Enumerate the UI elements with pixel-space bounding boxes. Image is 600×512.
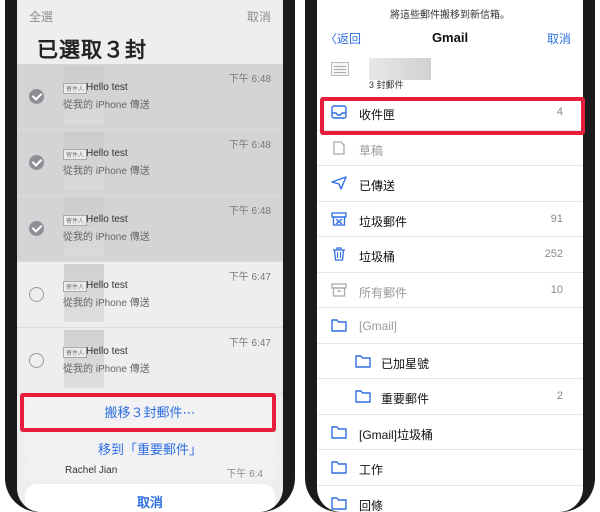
- left-screen: 全選 取消 已選取３封 寄件人 Hello test 從我的 iPhone 傳送…: [17, 0, 283, 512]
- mail-preview: 從我的 iPhone 傳送: [63, 166, 150, 177]
- mailbox-sent[interactable]: 已傳送: [317, 166, 583, 202]
- selected-mail-info: 3 封郵件: [331, 58, 431, 92]
- action-sheet-cancel-button[interactable]: 取消: [25, 484, 275, 512]
- move-to-important-button[interactable]: 移到「重要郵件」: [25, 430, 275, 466]
- sender-avatar-blur: [64, 198, 104, 256]
- mail-row-5[interactable]: 寄件人 Hello test 從我的 iPhone 傳送 下午 6:47: [17, 328, 283, 394]
- checkmark-icon[interactable]: [29, 221, 44, 236]
- mail-stack-icon: [331, 62, 349, 76]
- mail-subject: Hello test: [86, 346, 128, 357]
- cancel-edit-button[interactable]: 取消: [247, 8, 271, 25]
- mailbox-name: 垃圾桶: [359, 250, 396, 264]
- peek-time: 下午 6:4: [226, 469, 263, 480]
- mailbox-name: 所有郵件: [359, 285, 408, 300]
- mailbox-junk[interactable]: 垃圾郵件 91: [317, 202, 583, 237]
- mail-time: 下午 6:48: [228, 140, 271, 151]
- nav-bar: 〈返回 Gmail 取消: [317, 27, 583, 51]
- empty-circle-icon[interactable]: [29, 287, 44, 302]
- mail-time: 下午 6:47: [228, 272, 271, 283]
- trash-icon: [331, 247, 347, 261]
- folder-icon: [331, 460, 347, 474]
- mail-time: 下午 6:48: [228, 74, 271, 85]
- sender-avatar-blur: [64, 330, 104, 388]
- mail-row-3[interactable]: 寄件人 Hello test 從我的 iPhone 傳送 下午 6:48: [17, 196, 283, 262]
- page-title: 已選取３封: [37, 39, 147, 62]
- folder-icon: [331, 318, 347, 332]
- mail-list: 寄件人 Hello test 從我的 iPhone 傳送 下午 6:48 寄件人…: [17, 64, 283, 394]
- mailbox-name: [Gmail]: [359, 319, 398, 333]
- mail-subject: Hello test: [86, 82, 128, 93]
- mail-preview: 從我的 iPhone 傳送: [63, 100, 150, 111]
- checkmark-icon[interactable]: [29, 89, 44, 104]
- sender-avatar-blur: [64, 66, 104, 124]
- sender-tag: 寄件人: [63, 281, 88, 292]
- checkmark-icon[interactable]: [29, 155, 44, 170]
- mail-preview: 從我的 iPhone 傳送: [63, 298, 150, 309]
- mail-time: 下午 6:48: [228, 206, 271, 217]
- mailbox-gmail-trash[interactable]: [Gmail]垃圾桶: [317, 415, 583, 450]
- empty-circle-icon[interactable]: [29, 353, 44, 368]
- mail-subject: Hello test: [86, 214, 128, 225]
- cancel-button[interactable]: 取消: [547, 30, 571, 47]
- mailbox-receipts[interactable]: 回條: [317, 486, 583, 512]
- right-screen: 將這些郵件搬移到新信箱。 〈返回 Gmail 取消 3 封郵件 收件匣 4 草稿: [317, 0, 583, 512]
- mailbox-starred[interactable]: 已加星號: [317, 344, 583, 379]
- left-phone: 全選 取消 已選取３封 寄件人 Hello test 從我的 iPhone 傳送…: [5, 0, 295, 512]
- mailbox-name: 回條: [359, 498, 384, 512]
- mailbox-count: 10: [550, 283, 563, 296]
- mail-count: 3 封郵件: [369, 80, 404, 90]
- mailbox-gmail[interactable]: [Gmail]: [317, 308, 583, 344]
- sender-avatar-blur: [64, 264, 104, 322]
- mailbox-all-mail[interactable]: 所有郵件 10: [317, 273, 583, 308]
- mailbox-name: 已傳送: [359, 179, 396, 193]
- mail-subject-blur: [369, 58, 431, 80]
- nav-title: Gmail: [431, 30, 469, 45]
- select-all-button[interactable]: 全選: [29, 8, 53, 25]
- mailbox-name: 草稿: [359, 143, 384, 158]
- mailbox-count: 2: [556, 390, 563, 402]
- archive-icon: [331, 282, 347, 297]
- mailbox-name: [Gmail]垃圾桶: [359, 427, 434, 442]
- sent-icon: [331, 176, 347, 190]
- peek-sender: Rachel Jian: [65, 465, 118, 476]
- mailbox-count: 252: [544, 248, 563, 260]
- folder-icon: [331, 425, 347, 439]
- mail-preview: 從我的 iPhone 傳送: [63, 232, 150, 243]
- junk-icon: [331, 211, 347, 226]
- mailbox-work[interactable]: 工作: [317, 450, 583, 486]
- mailbox-name: 已加星號: [381, 356, 430, 371]
- background-mail-peek: Rachel Jian 下午 6:4: [25, 464, 275, 480]
- mail-row-1[interactable]: 寄件人 Hello test 從我的 iPhone 傳送 下午 6:48: [17, 64, 283, 130]
- mailbox-name: 工作: [359, 463, 384, 477]
- sender-tag: 寄件人: [63, 83, 88, 94]
- mailbox-list: 收件匣 4 草稿 已傳送 垃圾郵件 91 垃圾桶 252 所有郵件 10 [Gm…: [317, 95, 583, 512]
- sender-avatar-blur: [64, 132, 104, 190]
- highlight-box-inbox: [320, 97, 585, 135]
- sender-tag: 寄件人: [63, 149, 88, 160]
- highlight-box-move: [20, 393, 276, 432]
- mailbox-name: 垃圾郵件: [359, 214, 408, 229]
- mailbox-count: 91: [550, 212, 563, 225]
- mail-subject: Hello test: [86, 148, 128, 159]
- folder-icon: [355, 354, 371, 368]
- left-top-bar: 全選 取消: [29, 6, 271, 24]
- mail-preview: 從我的 iPhone 傳送: [63, 364, 150, 375]
- mail-row-2[interactable]: 寄件人 Hello test 從我的 iPhone 傳送 下午 6:48: [17, 130, 283, 196]
- right-phone: 將這些郵件搬移到新信箱。 〈返回 Gmail 取消 3 封郵件 收件匣 4 草稿: [305, 0, 595, 512]
- mail-subject: Hello test: [86, 280, 128, 291]
- folder-icon: [331, 496, 347, 510]
- mailbox-name: 重要郵件: [381, 392, 430, 406]
- draft-icon: [331, 140, 347, 155]
- folder-icon: [355, 389, 371, 403]
- move-hint: 將這些郵件搬移到新信箱。: [390, 10, 510, 21]
- mail-row-4[interactable]: 寄件人 Hello test 從我的 iPhone 傳送 下午 6:47: [17, 262, 283, 328]
- mailbox-important[interactable]: 重要郵件 2: [317, 379, 583, 415]
- sender-tag: 寄件人: [63, 347, 88, 358]
- mail-time: 下午 6:47: [228, 338, 271, 349]
- mailbox-trash[interactable]: 垃圾桶 252: [317, 237, 583, 273]
- mailbox-drafts[interactable]: 草稿: [317, 131, 583, 166]
- sender-tag: 寄件人: [63, 215, 88, 226]
